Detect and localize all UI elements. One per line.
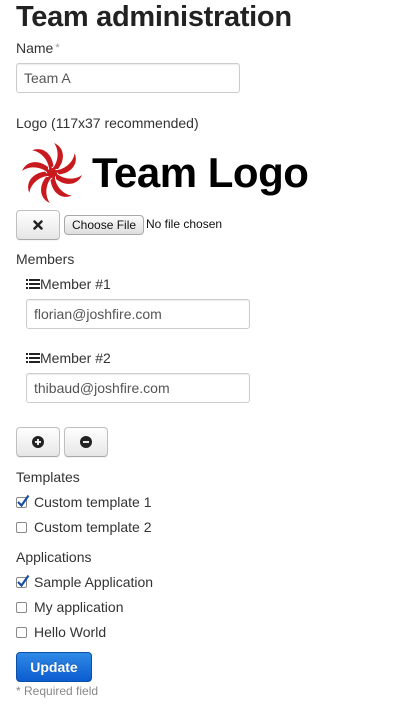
application-3-label: Hello World (34, 624, 107, 640)
close-icon (33, 220, 43, 230)
team-name-input[interactable] (16, 63, 240, 93)
update-button[interactable]: Update (16, 652, 92, 682)
member-1-email-input[interactable] (26, 299, 250, 329)
application-2-label: My application (34, 599, 124, 615)
checkmark-icon (17, 494, 30, 507)
template-option-1[interactable]: Custom template 1 (16, 494, 152, 510)
choose-file-button[interactable]: Choose File (64, 215, 145, 235)
plus-circle-icon (32, 436, 44, 448)
members-label: Members (16, 251, 75, 267)
template-option-2[interactable]: Custom template 2 (16, 519, 152, 535)
remove-member-button[interactable] (64, 427, 108, 457)
member-1-label: Member #1 (26, 276, 111, 292)
member-2-email-input[interactable] (26, 373, 250, 403)
member-2-label: Member #2 (26, 350, 111, 366)
required-marker: * (55, 42, 60, 54)
applications-label: Applications (16, 549, 92, 565)
name-label-text: Name (16, 40, 54, 56)
required-field-note: * Required field (16, 684, 99, 698)
template-2-checkbox[interactable] (16, 521, 27, 533)
application-option-3[interactable]: Hello World (16, 624, 106, 640)
file-status: No file chosen (146, 217, 223, 231)
clear-logo-button[interactable] (16, 210, 60, 240)
application-1-checkbox[interactable] (16, 574, 30, 588)
application-2-checkbox[interactable] (16, 601, 27, 613)
list-icon (26, 353, 40, 363)
template-1-label: Custom template 1 (34, 494, 152, 510)
templates-label: Templates (16, 469, 80, 485)
logo-label: Logo (117x37 recommended) (16, 115, 199, 131)
minus-circle-icon (80, 436, 92, 448)
name-label: Name * (16, 40, 60, 56)
member-2-label-text: Member #2 (40, 350, 111, 366)
application-option-1[interactable]: Sample Application (16, 574, 153, 590)
logo-swirl-icon (22, 143, 82, 203)
member-1-label-text: Member #1 (40, 276, 111, 292)
template-1-checkbox[interactable] (16, 494, 30, 508)
application-option-2[interactable]: My application (16, 599, 124, 615)
list-icon (26, 279, 40, 289)
page-title: Team administration (16, 1, 292, 33)
application-1-label: Sample Application (34, 574, 154, 590)
template-2-label: Custom template 2 (34, 519, 152, 535)
checkmark-icon (17, 574, 30, 587)
logo-text: Team Logo (92, 149, 309, 196)
add-member-button[interactable] (16, 427, 60, 457)
application-3-checkbox[interactable] (16, 626, 27, 638)
team-logo-image: Team Logo (20, 140, 320, 206)
